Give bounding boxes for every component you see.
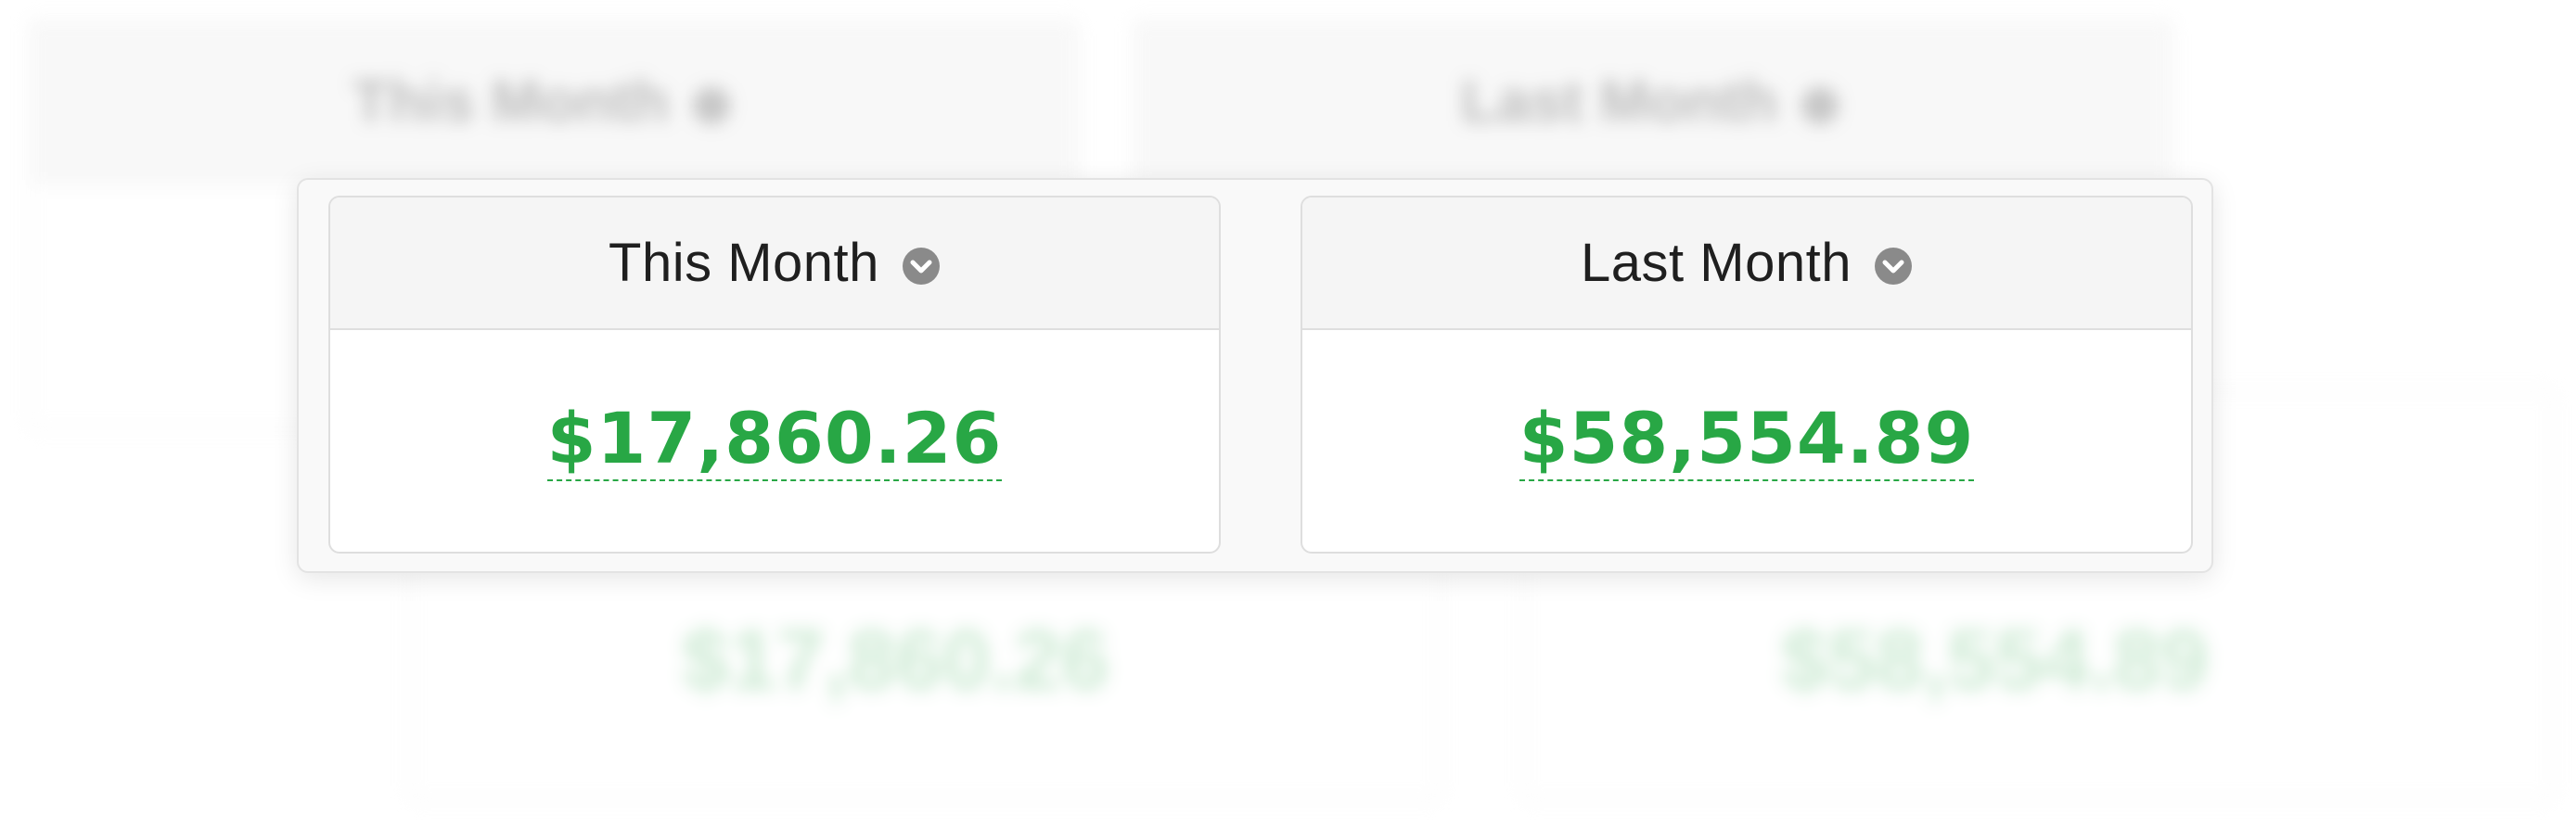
bg-title-last-month: Last Month bbox=[1461, 67, 1839, 135]
last-month-title: Last Month bbox=[1581, 233, 1852, 293]
this-month-amount[interactable]: $17,860.26 bbox=[546, 401, 1003, 481]
last-month-amount[interactable]: $58,554.89 bbox=[1519, 401, 1975, 481]
summary-popup: This Month $17,860.26 Last Month $58,554… bbox=[297, 178, 2213, 573]
last-month-period-selector[interactable]: Last Month bbox=[1302, 197, 2191, 330]
bg-amount-last-month: $58,554.89 bbox=[1781, 613, 2209, 707]
bg-amount-this-month: $17,860.26 bbox=[682, 613, 1109, 707]
chevron-down-circle-icon[interactable] bbox=[1874, 247, 1913, 286]
stage: This Month Last Month $17,860.26 $58,554… bbox=[0, 0, 2576, 828]
chevron-down-circle-icon[interactable] bbox=[902, 247, 941, 286]
this-month-period-selector[interactable]: This Month bbox=[330, 197, 1219, 330]
last-month-body: $58,554.89 bbox=[1302, 330, 2191, 552]
this-month-title: This Month bbox=[609, 233, 879, 293]
last-month-card: Last Month $58,554.89 bbox=[1301, 196, 2193, 554]
this-month-body: $17,860.26 bbox=[330, 330, 1219, 552]
bg-title-this-month: This Month bbox=[352, 67, 731, 135]
this-month-card: This Month $17,860.26 bbox=[328, 196, 1221, 554]
